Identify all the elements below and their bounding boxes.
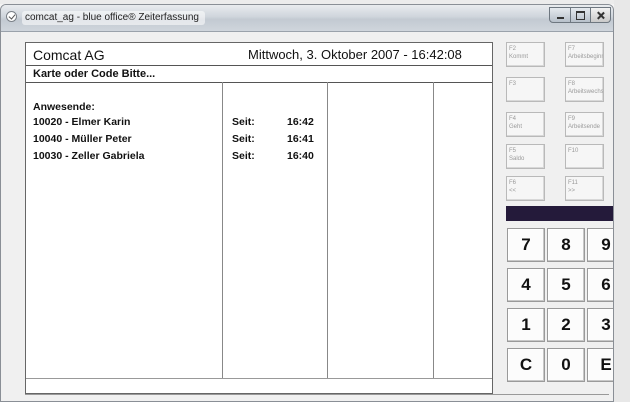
key-label: Kommt (509, 54, 529, 60)
f9-arbeitsende-button[interactable]: F9 Arbeitsende (565, 112, 604, 137)
key-code: F11 (568, 180, 578, 186)
key-code: F5 (509, 148, 517, 154)
prompt-divider (26, 82, 492, 83)
window-title: comcat_ag - blue office® Zeiterfassung (22, 11, 205, 25)
title-bar[interactable]: comcat_ag - blue office® Zeiterfassung (1, 5, 613, 32)
keypad-9-button[interactable]: 9 (587, 228, 613, 262)
bottom-frame-line (25, 394, 609, 395)
minimize-button[interactable] (549, 7, 571, 23)
code-display (506, 206, 613, 221)
present-label: Anwesende: (33, 101, 95, 113)
since-time: 16:41 (287, 133, 314, 145)
since-time: 16:40 (287, 150, 314, 162)
employee-name: 10040 - Müller Peter (33, 133, 132, 145)
key-label: Arbeitswechsel (568, 89, 604, 95)
column-divider (222, 82, 223, 378)
since-time: 16:42 (287, 116, 314, 128)
app-window: comcat_ag - blue office® Zeiterfassung C… (0, 4, 614, 402)
employee-name: 10030 - Zeller Gabriela (33, 150, 145, 162)
key-code: F7 (568, 46, 576, 52)
keypad-enter-button[interactable]: E (587, 348, 613, 382)
since-label: Seit: (232, 150, 255, 162)
card-prompt: Karte oder Code Bitte... (33, 68, 156, 80)
f2-kommt-button[interactable]: F2 Kommt (506, 42, 545, 67)
key-code: F8 (568, 81, 576, 87)
keypad-3-button[interactable]: 3 (587, 308, 613, 342)
keypad-5-button[interactable]: 5 (547, 268, 585, 302)
attendance-panel: Comcat AG Mittwoch, 3. Oktober 2007 - 16… (25, 42, 493, 394)
since-label: Seit: (232, 116, 255, 128)
keypad-8-button[interactable]: 8 (547, 228, 585, 262)
app-icon (6, 11, 17, 22)
f3-button[interactable]: F3 (506, 77, 545, 102)
header-divider (26, 65, 492, 66)
f11-next-button[interactable]: F11 >> (565, 176, 604, 201)
desktop-background-right (614, 0, 630, 402)
keypad-0-button[interactable]: 0 (547, 348, 585, 382)
key-label: >> (568, 188, 576, 194)
key-label: Arbeitsbeginn (568, 54, 604, 60)
column-divider (433, 82, 434, 378)
f7-arbeitsbeginn-button[interactable]: F7 Arbeitsbeginn (565, 42, 604, 67)
key-code: F2 (509, 46, 517, 52)
keypad-6-button[interactable]: 6 (587, 268, 613, 302)
key-code: F9 (568, 116, 576, 122)
f4-geht-button[interactable]: F4 Geht (506, 112, 545, 137)
keypad-4-button[interactable]: 4 (507, 268, 545, 302)
footer-divider (26, 378, 492, 379)
keypad-clear-button[interactable]: C (507, 348, 545, 382)
key-label: Arbeitsende (568, 124, 601, 130)
key-code: F10 (568, 148, 579, 154)
key-label: << (509, 188, 517, 194)
employee-name: 10020 - Elmer Karin (33, 116, 131, 128)
since-label: Seit: (232, 133, 255, 145)
key-code: F3 (509, 81, 517, 87)
column-divider (327, 82, 328, 378)
maximize-button[interactable] (571, 7, 591, 23)
keypad-1-button[interactable]: 1 (507, 308, 545, 342)
key-code: F4 (509, 116, 517, 122)
keypad-2-button[interactable]: 2 (547, 308, 585, 342)
f6-previous-button[interactable]: F6 << (506, 176, 545, 201)
keypad-7-button[interactable]: 7 (507, 228, 545, 262)
client-area: Comcat AG Mittwoch, 3. Oktober 2007 - 16… (25, 42, 613, 397)
f5-saldo-button[interactable]: F5 Saldo (506, 144, 545, 169)
function-panel: F2 Kommt F7 Arbeitsbeginn F3 F8 Arbeitsw… (500, 42, 613, 394)
company-name: Comcat AG (33, 47, 105, 63)
f10-button[interactable]: F10 (565, 144, 604, 169)
close-button[interactable] (591, 7, 611, 23)
f8-arbeitswechsel-button[interactable]: F8 Arbeitswechsel (565, 77, 604, 102)
current-datetime: Mittwoch, 3. Oktober 2007 - 16:42:08 (248, 47, 462, 62)
key-label: Geht (509, 124, 523, 130)
key-label: Saldo (509, 156, 525, 162)
key-code: F6 (509, 180, 517, 186)
